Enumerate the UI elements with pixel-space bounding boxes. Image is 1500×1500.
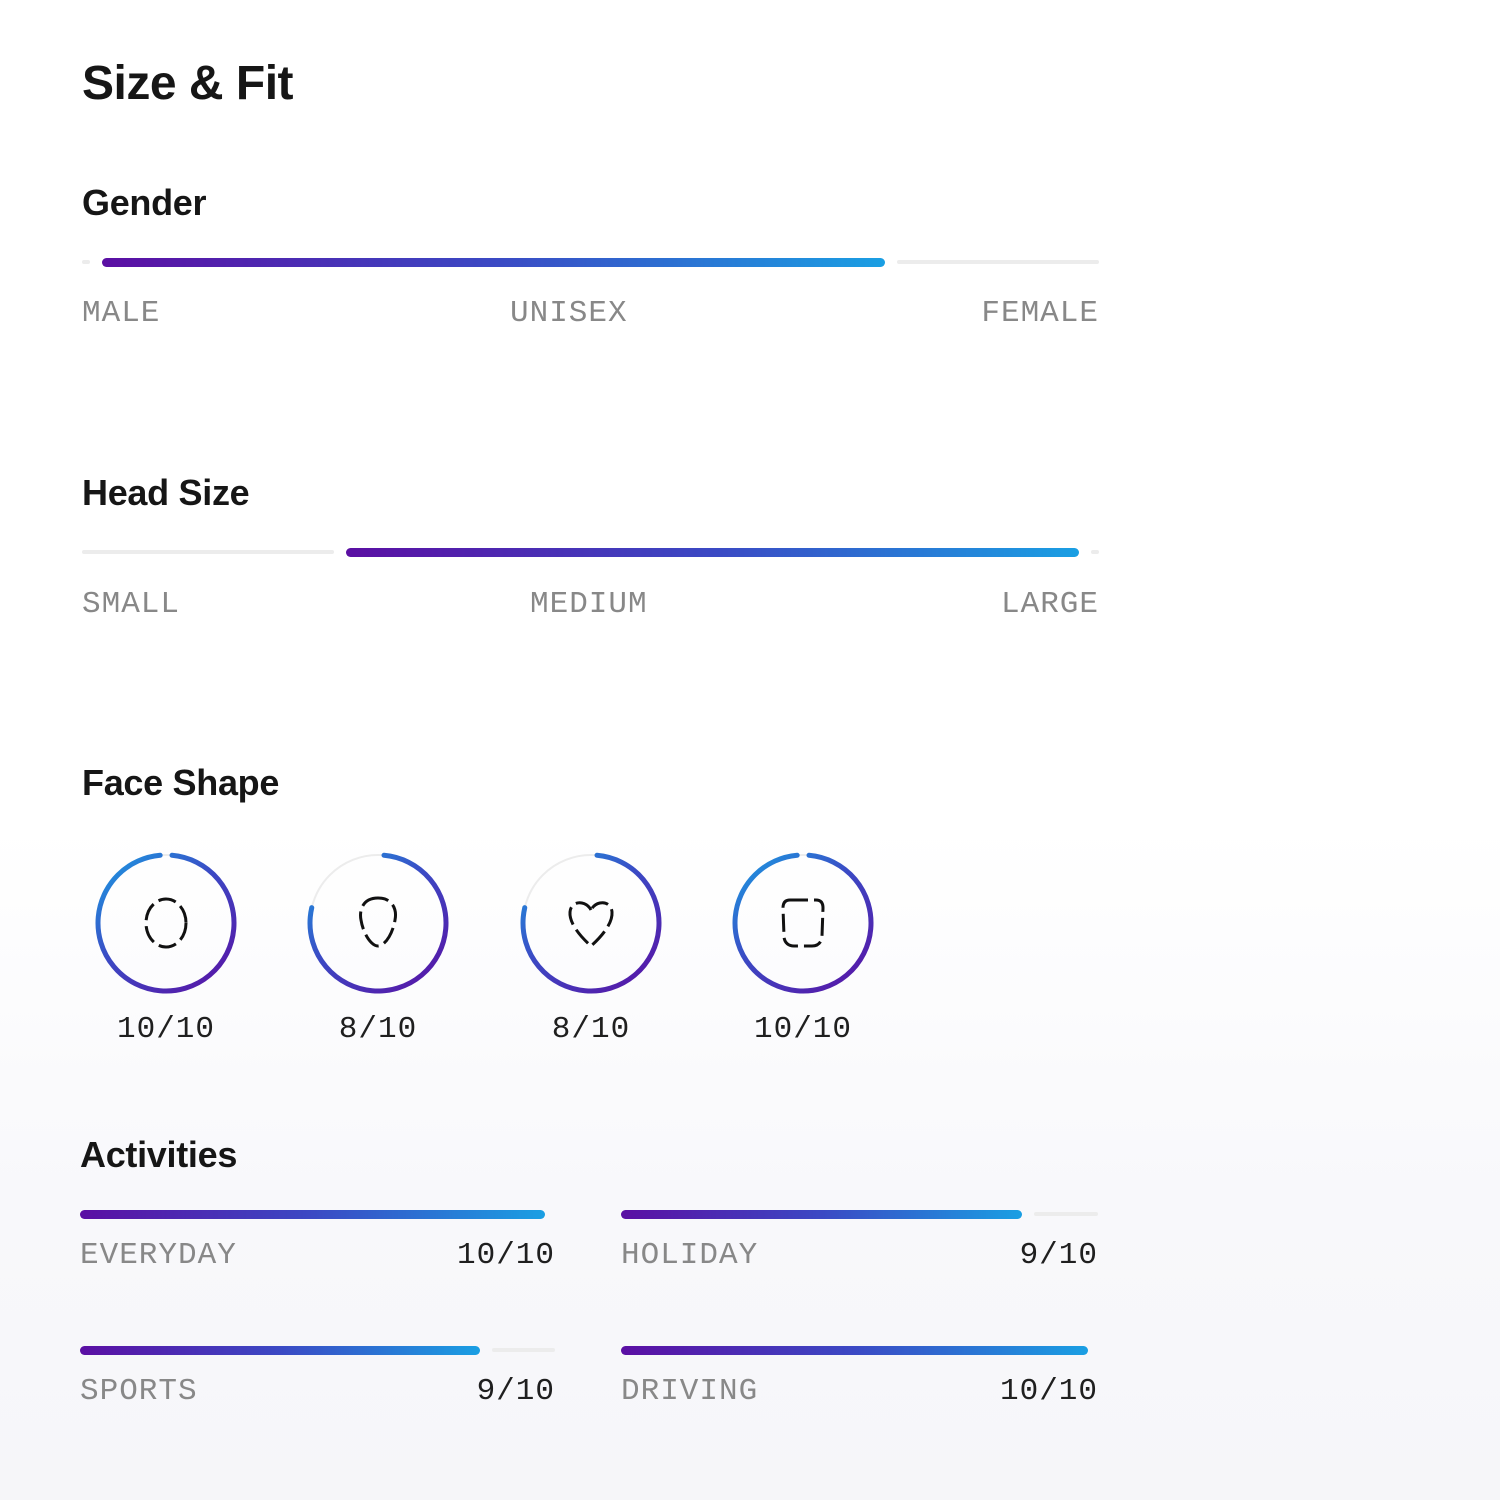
ring-gauge xyxy=(520,852,662,994)
gender-section-title: Gender xyxy=(82,182,207,223)
activity-bar-fill xyxy=(621,1346,1088,1355)
ring-gauge xyxy=(732,852,874,994)
face-shape-score: 10/10 xyxy=(753,1012,852,1047)
activity-bar-fill xyxy=(621,1210,1022,1219)
head-size-label-large: LARGE xyxy=(1000,587,1099,622)
gender-range-bar xyxy=(82,258,1099,267)
activity-bar-track xyxy=(492,1348,555,1352)
ring-gauge xyxy=(307,852,449,994)
face-shape-section-title: Face Shape xyxy=(82,762,280,803)
activity-score: 9/10 xyxy=(1019,1238,1098,1273)
face-shape-ring xyxy=(516,848,666,998)
page-title: Size & Fit xyxy=(82,57,294,110)
head-size-section-title: Head Size xyxy=(82,472,250,513)
head-size-label-small: SMALL xyxy=(82,587,181,622)
activity-bar xyxy=(80,1346,555,1355)
activity-bar xyxy=(621,1346,1098,1355)
oval-face-icon xyxy=(359,896,397,948)
activity-score: 9/10 xyxy=(476,1374,555,1409)
head-size-range-bar xyxy=(82,548,1099,557)
gender-range-fill xyxy=(102,258,885,267)
activity-label: SPORTS xyxy=(80,1374,198,1409)
activity-bar-track xyxy=(1034,1212,1098,1216)
face-shape-ring xyxy=(728,848,878,998)
face-shape-score: 10/10 xyxy=(116,1012,215,1047)
activity-label: HOLIDAY xyxy=(621,1238,759,1273)
activity-label: DRIVING xyxy=(621,1374,759,1409)
activities-section-title: Activities xyxy=(80,1134,238,1175)
round-face-icon xyxy=(144,897,188,949)
gender-track-left xyxy=(82,260,90,264)
gender-label-male: MALE xyxy=(82,296,161,331)
square-face-icon xyxy=(781,898,825,948)
gender-label-unisex: UNISEX xyxy=(510,296,628,331)
ring-progress xyxy=(520,852,662,994)
face-shape-score: 8/10 xyxy=(338,1012,418,1047)
face-shape-ring xyxy=(91,848,241,998)
activity-bar-fill xyxy=(80,1210,545,1219)
head-size-track-right xyxy=(1091,550,1099,554)
face-shape-ring xyxy=(303,848,453,998)
head-size-track-left xyxy=(82,550,334,554)
ring-progress xyxy=(95,852,237,994)
ring-gauge xyxy=(95,852,237,994)
activity-bar-fill xyxy=(80,1346,480,1355)
ring-progress xyxy=(307,852,449,994)
head-size-label-medium: MEDIUM xyxy=(530,587,648,622)
face-shape-score: 8/10 xyxy=(551,1012,631,1047)
heart-face-icon xyxy=(568,901,614,949)
activity-score: 10/10 xyxy=(999,1374,1098,1409)
gender-track-right xyxy=(897,260,1099,264)
gender-label-female: FEMALE xyxy=(981,296,1099,331)
activity-score: 10/10 xyxy=(456,1238,555,1273)
head-size-range-fill xyxy=(346,548,1079,557)
activity-label: EVERYDAY xyxy=(80,1238,237,1273)
activity-bar xyxy=(621,1210,1098,1219)
ring-progress xyxy=(732,852,874,994)
activity-bar xyxy=(80,1210,555,1219)
